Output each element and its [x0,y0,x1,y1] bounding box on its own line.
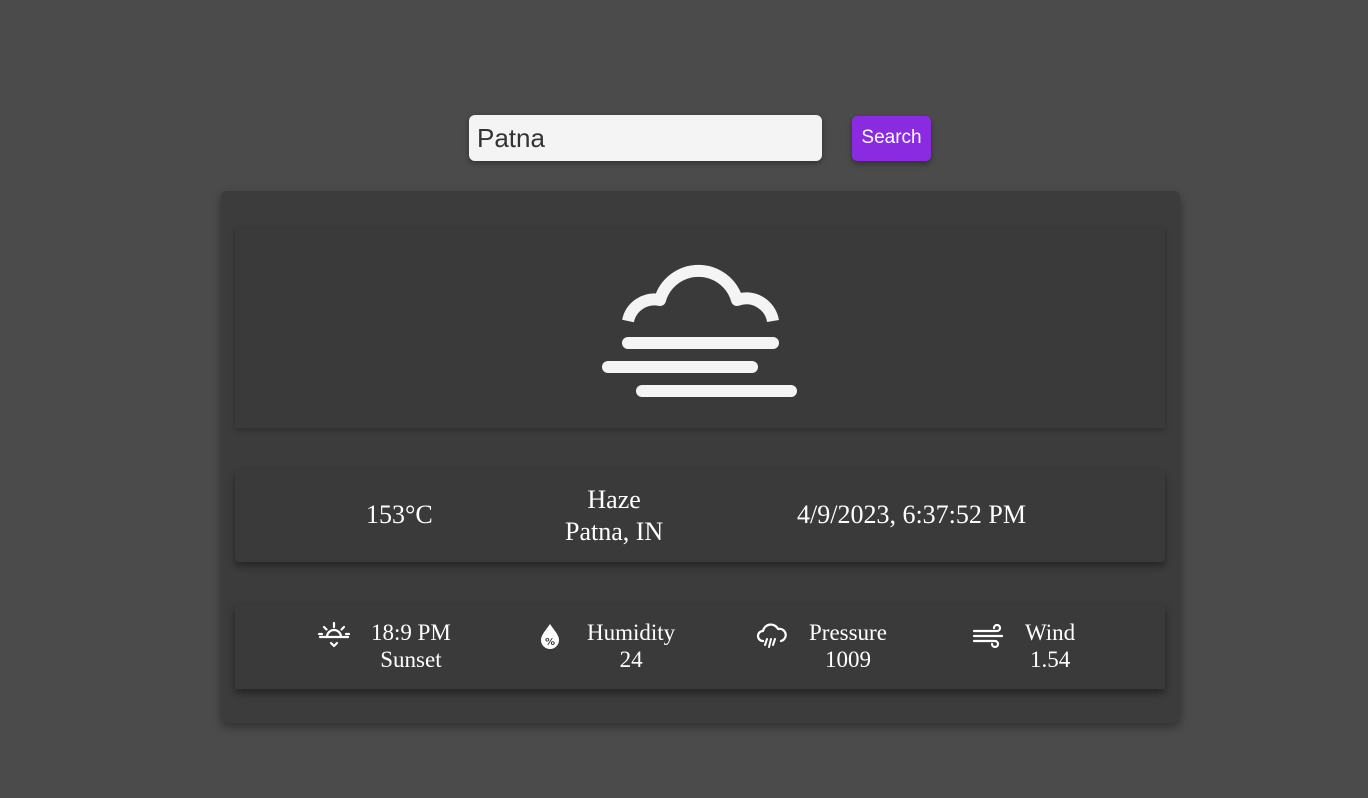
condition-location: Haze Patna, IN [565,484,663,548]
sunset-time: 18:9 PM [371,620,451,645]
detail-pressure: Pressure 1009 [755,619,887,673]
pressure-icon [755,619,789,653]
haze-icon [602,264,797,397]
search-bar: Search [469,115,931,161]
detail-humidity-text: Humidity 24 [587,619,675,673]
wind-value: 1.54 [1029,647,1071,672]
location-name: Patna, IN [565,517,664,546]
humidity-icon: % [533,619,567,653]
weather-icon-panel [235,228,1165,428]
weather-details-panel: 18:9 PM Sunset % Humidity 24 Pressure 10… [235,604,1165,689]
detail-pressure-text: Pressure 1009 [809,619,887,673]
humidity-label: Humidity [587,620,676,645]
wind-label: Wind [1025,620,1076,645]
detail-sunset-text: 18:9 PM Sunset [371,619,451,673]
weather-condition: Haze [587,485,641,514]
pressure-label: Pressure [809,620,887,645]
detail-wind-text: Wind 1.54 [1025,619,1075,673]
detail-humidity: % Humidity 24 [533,619,675,673]
temperature: 153°C [366,500,433,529]
pressure-value: 1009 [824,647,871,672]
search-button[interactable]: Search [852,115,931,161]
humidity-value: 24 [619,647,643,672]
search-input[interactable] [469,115,822,161]
detail-sunset: 18:9 PM Sunset [317,619,451,673]
weather-info-panel: 153°C Haze Patna, IN 4/9/2023, 6:37:52 P… [235,470,1165,562]
sunset-icon [317,619,351,653]
sunset-label: Sunset [380,647,442,672]
detail-wind: Wind 1.54 [971,619,1075,673]
weather-card: 153°C Haze Patna, IN 4/9/2023, 6:37:52 P… [221,191,1180,723]
wind-icon [971,619,1005,653]
svg-text:%: % [545,637,555,648]
date-time: 4/9/2023, 6:37:52 PM [797,500,1026,529]
